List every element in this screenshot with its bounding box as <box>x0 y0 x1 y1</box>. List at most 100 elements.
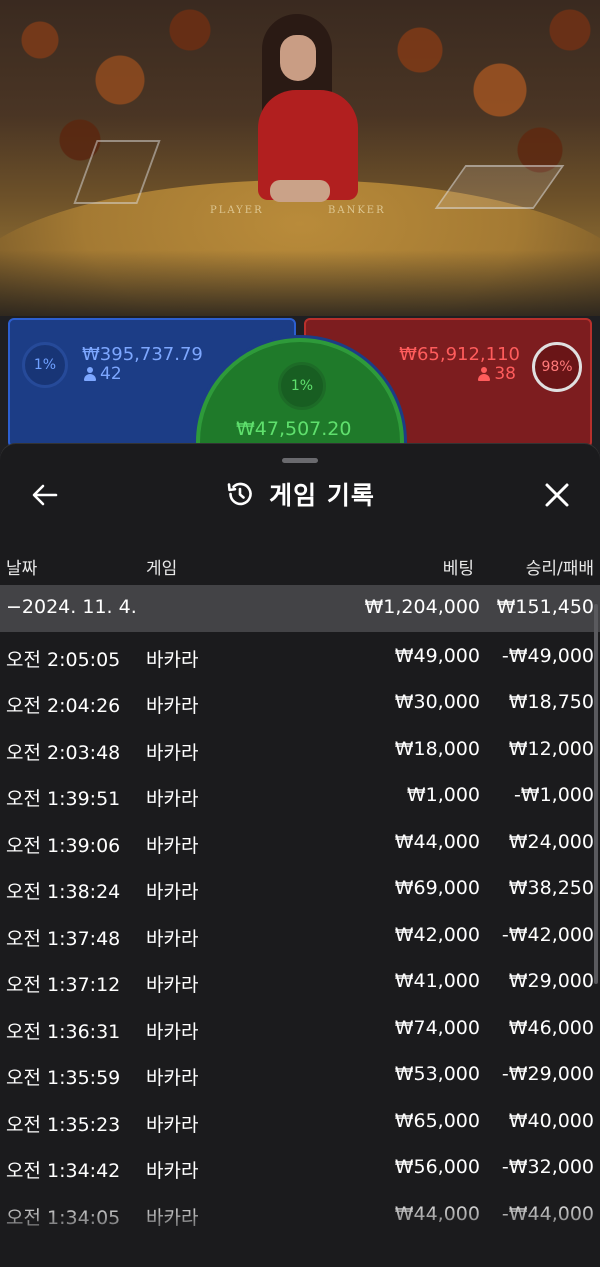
row-result: -₩32,000 <box>501 1156 594 1178</box>
history-list: −2024. 11. 4. ₩1,204,000 ₩151,450 오전 2:0… <box>0 585 600 1236</box>
bet-area: 1% ₩395,737.79 42 98% ₩65,912,110 38 1% … <box>0 316 600 546</box>
tie-total-amount: ₩47,507.20 <box>236 418 352 440</box>
row-time: 오전 1:39:51 <box>6 788 121 810</box>
column-header-result: 승리/패배 <box>525 559 594 579</box>
row-game: 바카라 <box>146 1160 199 1182</box>
row-time: 오전 1:37:48 <box>6 927 121 950</box>
row-bet: ₩56,000 <box>394 1156 480 1178</box>
row-bet: ₩44,000 <box>394 1202 480 1225</box>
row-result: ₩12,000 <box>508 737 594 760</box>
sheet-title: 게임 기록 <box>269 481 375 510</box>
row-time: 오전 1:34:05 <box>6 1206 121 1229</box>
history-row[interactable]: 오전 1:35:59 바카라 ₩53,000 -₩29,000 <box>0 1050 600 1097</box>
row-bet: ₩41,000 <box>394 970 480 992</box>
banker-percent-ring: 98% <box>532 342 582 392</box>
row-result: ₩29,000 <box>508 970 594 992</box>
row-result: ₩24,000 <box>508 830 594 853</box>
row-result: -₩29,000 <box>501 1063 594 1085</box>
banker-total-amount: ₩65,912,110 <box>399 344 520 365</box>
row-bet: ₩1,000 <box>406 784 480 806</box>
row-bet: ₩49,000 <box>394 644 480 667</box>
row-time: 오전 1:37:12 <box>6 974 121 996</box>
row-bet: ₩74,000 <box>394 1016 480 1039</box>
column-header-bet: 베팅 <box>442 559 474 579</box>
row-bet: ₩53,000 <box>394 1063 480 1085</box>
person-icon <box>478 367 491 381</box>
close-button[interactable] <box>540 478 574 512</box>
live-dealer-video: PLAYER BANKER <box>0 0 600 330</box>
date-group-row[interactable]: −2024. 11. 4. ₩1,204,000 ₩151,450 <box>0 585 600 632</box>
player-bettor-count: 42 <box>84 364 122 384</box>
row-game: 바카라 <box>146 927 199 950</box>
row-result: ₩40,000 <box>508 1109 594 1132</box>
banker-bettor-count: 38 <box>478 364 516 384</box>
row-game: 바카라 <box>146 834 199 857</box>
row-bet: ₩69,000 <box>394 877 480 899</box>
close-icon <box>545 483 569 507</box>
row-game: 바카라 <box>146 1113 199 1136</box>
banker-count-value: 38 <box>494 364 516 384</box>
row-game: 바카라 <box>146 881 199 903</box>
history-row[interactable]: 오전 2:04:26 바카라 ₩30,000 ₩18,750 <box>0 678 600 725</box>
row-bet: ₩30,000 <box>394 691 480 713</box>
row-result: -₩42,000 <box>501 923 594 946</box>
sheet-header: 게임 기록 <box>0 476 600 512</box>
group-total-result: ₩151,450 <box>496 596 594 618</box>
row-game: 바카라 <box>146 1020 199 1043</box>
scrollbar[interactable] <box>594 604 598 984</box>
row-time: 오전 1:36:31 <box>6 1020 121 1043</box>
row-game: 바카라 <box>146 741 199 764</box>
dealer-face <box>280 35 316 81</box>
row-bet: ₩65,000 <box>394 1109 480 1132</box>
game-history-sheet: 게임 기록 날짜 게임 베팅 승리/패배 −2024. 11. 4. ₩1,20… <box>0 444 600 1267</box>
row-time: 오전 1:39:06 <box>6 834 121 857</box>
history-row[interactable]: 오전 1:37:48 바카라 ₩42,000 -₩42,000 <box>0 911 600 958</box>
row-game: 바카라 <box>146 695 199 717</box>
row-time: 오전 2:04:26 <box>6 695 121 717</box>
row-result: ₩46,000 <box>508 1016 594 1039</box>
row-game: 바카라 <box>146 788 199 810</box>
dealer-hands <box>270 180 330 202</box>
column-header-game: 게임 <box>146 559 178 579</box>
row-time: 오전 1:34:42 <box>6 1160 121 1182</box>
row-game: 바카라 <box>146 1206 199 1229</box>
row-result: ₩38,250 <box>508 877 594 899</box>
history-row[interactable]: 오전 1:39:51 바카라 ₩1,000 -₩1,000 <box>0 771 600 818</box>
row-result: ₩18,750 <box>508 691 594 713</box>
row-result: -₩1,000 <box>513 784 594 806</box>
history-row[interactable]: 오전 1:38:24 바카라 ₩69,000 ₩38,250 <box>0 864 600 911</box>
person-icon <box>84 367 96 381</box>
history-row[interactable]: 오전 1:34:42 바카라 ₩56,000 -₩32,000 <box>0 1143 600 1190</box>
history-row[interactable]: 오전 2:03:48 바카라 ₩18,000 ₩12,000 <box>0 725 600 772</box>
history-clock-icon <box>227 482 252 506</box>
history-row[interactable]: 오전 1:36:31 바카라 ₩74,000 ₩46,000 <box>0 1004 600 1051</box>
table-banker-label: BANKER <box>328 205 386 216</box>
player-count-value: 42 <box>100 364 122 384</box>
history-rows: 오전 2:05:05 바카라 ₩49,000 -₩49,000 오전 2:04:26 바카… <box>0 632 600 1237</box>
column-header-date: 날짜 <box>6 559 38 579</box>
history-row[interactable]: 오전 1:34:05 바카라 ₩44,000 -₩44,000 <box>0 1190 600 1237</box>
row-game: 바카라 <box>146 648 199 671</box>
history-row[interactable]: 오전 2:05:05 바카라 ₩49,000 -₩49,000 <box>0 632 600 679</box>
row-time: 오전 1:35:59 <box>6 1067 121 1089</box>
player-percent-ring: 1% <box>22 342 68 388</box>
history-row[interactable]: 오전 1:35:23 바카라 ₩65,000 ₩40,000 <box>0 1097 600 1144</box>
row-game: 바카라 <box>146 1067 199 1089</box>
sheet-drag-handle[interactable] <box>282 458 318 463</box>
row-time: 오전 2:05:05 <box>6 648 121 671</box>
row-result: -₩49,000 <box>501 644 594 667</box>
row-bet: ₩42,000 <box>394 923 480 946</box>
row-game: 바카라 <box>146 974 199 996</box>
row-time: 오전 1:35:23 <box>6 1113 121 1136</box>
row-bet: ₩18,000 <box>394 737 480 760</box>
group-date: −2024. 11. 4. <box>6 596 137 618</box>
table-player-label: PLAYER <box>210 205 264 216</box>
tie-percent-ring: 1% <box>278 362 326 410</box>
row-bet: ₩44,000 <box>394 830 480 853</box>
history-row[interactable]: 오전 1:39:06 바카라 ₩44,000 ₩24,000 <box>0 818 600 865</box>
row-time: 오전 2:03:48 <box>6 741 121 764</box>
group-total-bet: ₩1,204,000 <box>364 596 480 618</box>
row-result: -₩44,000 <box>501 1202 594 1225</box>
history-row[interactable]: 오전 1:37:12 바카라 ₩41,000 ₩29,000 <box>0 957 600 1004</box>
player-total-amount: ₩395,737.79 <box>82 344 203 365</box>
